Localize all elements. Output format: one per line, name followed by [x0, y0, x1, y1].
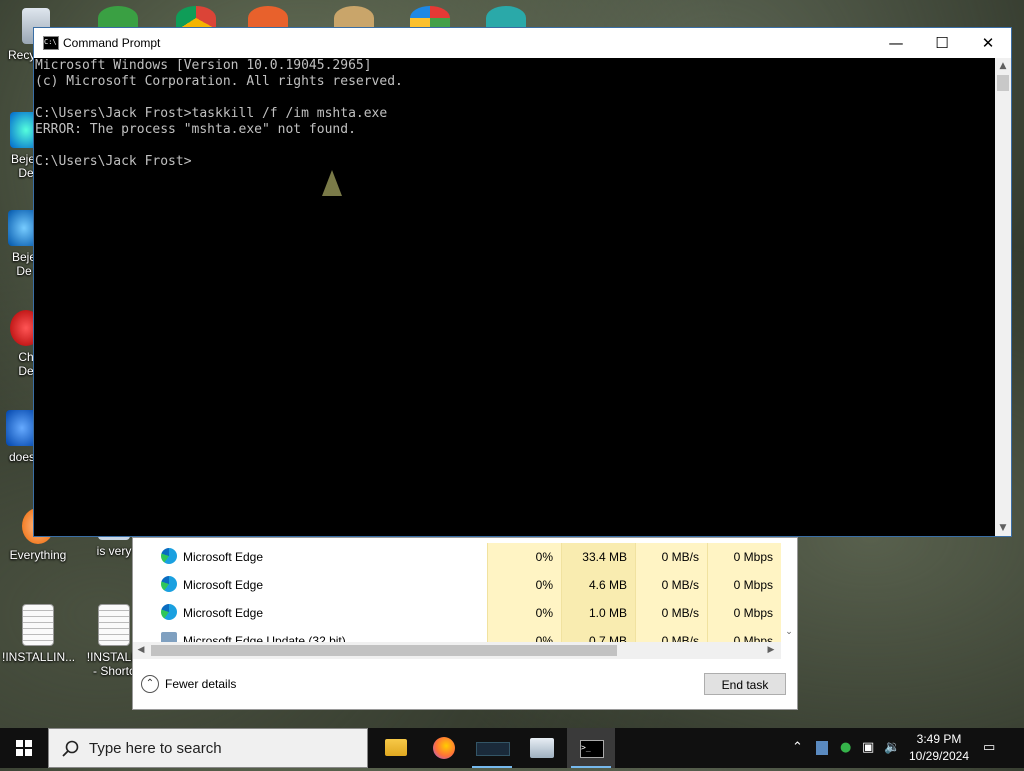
maximize-button[interactable]: ☐ [919, 28, 965, 58]
desktop-icon-label: Everything [9, 548, 67, 562]
process-name: Microsoft Edge [183, 578, 264, 592]
network-cell: 0 Mbps [707, 543, 781, 571]
window-title: Command Prompt [63, 36, 161, 50]
disk-cell: 0 MB/s [635, 599, 707, 627]
table-row[interactable]: Microsoft Edge 0% 4.6 MB 0 MB/s 0 Mbps [133, 571, 783, 599]
network-cell: 0 Mbps [707, 627, 781, 642]
taskbar-app-file-explorer[interactable] [372, 728, 420, 768]
clock-time: 3:49 PM [916, 732, 962, 746]
command-prompt-icon: >_ [580, 740, 604, 758]
clock-date: 10/29/2024 [908, 749, 970, 763]
console-text: Microsoft Windows [Version 10.0.19045.29… [35, 58, 403, 169]
disk-cell: 0 MB/s [635, 571, 707, 599]
minimize-button[interactable]: — [873, 28, 919, 58]
mouse-cursor-icon [322, 170, 342, 196]
vertical-scrollbar[interactable]: ▲ ▼ [995, 58, 1011, 536]
document-icon [22, 604, 54, 646]
edge-icon [161, 548, 177, 564]
desktop-icon-installing[interactable]: !INSTALLIN... [2, 604, 76, 664]
taskbar-app-firefox[interactable] [420, 728, 468, 768]
network-cell: 0 Mbps [707, 599, 781, 627]
cpu-cell: 0% [487, 599, 561, 627]
table-row[interactable]: Microsoft Edge 0% 1.0 MB 0 MB/s 0 Mbps [133, 599, 783, 627]
chevron-up-icon: ⌃ [141, 675, 159, 693]
chevron-up-icon[interactable]: ⌃ [792, 740, 803, 755]
network-cell: 0 Mbps [707, 571, 781, 599]
process-name: Microsoft Edge Update (32 bit) [183, 634, 346, 642]
memory-cell: 4.6 MB [561, 571, 635, 599]
scroll-up-icon[interactable]: ▲ [995, 58, 1011, 74]
disk-cell: 0 MB/s [635, 627, 707, 642]
command-prompt-window[interactable]: C:\ Command Prompt — ☐ ✕ Microsoft Windo… [33, 27, 1012, 537]
file-explorer-icon [385, 739, 407, 756]
scrollbar-thumb[interactable] [997, 75, 1009, 91]
edge-icon [161, 576, 177, 592]
taskbar-app-command-prompt[interactable]: >_ [567, 728, 615, 768]
scroll-down-icon[interactable]: ▼ [995, 520, 1011, 536]
user-icon[interactable]: ● [840, 740, 851, 755]
clock[interactable]: 3:49 PM 10/29/2024 [902, 731, 976, 765]
close-button[interactable]: ✕ [965, 28, 1011, 58]
windows-logo-icon [16, 740, 32, 756]
cpu-cell: 0% [487, 627, 561, 642]
scrollbar-thumb[interactable] [151, 645, 617, 656]
taskbar-app-unknown[interactable] [468, 728, 516, 768]
vertical-scrollbar[interactable]: ⌄ [781, 538, 797, 642]
disk-cell: 0 MB/s [635, 543, 707, 571]
network-icon[interactable]: ▣ [862, 740, 874, 755]
fewer-details-label: Fewer details [165, 677, 237, 691]
desktop-icon-label: !INSTALLIN... [2, 650, 76, 664]
title-bar[interactable]: C:\ Command Prompt — ☐ ✕ [34, 28, 1011, 58]
document-icon [98, 604, 130, 646]
process-name: Microsoft Edge [183, 550, 264, 564]
notification-icon[interactable]: ▭ [983, 740, 995, 755]
console-output[interactable]: Microsoft Windows [Version 10.0.19045.29… [34, 58, 995, 536]
end-task-button[interactable]: End task [704, 673, 786, 695]
search-icon [62, 740, 79, 757]
app-icon [476, 742, 510, 756]
edge-icon [161, 604, 177, 620]
table-row[interactable]: Microsoft Edge 0% 33.4 MB 0 MB/s 0 Mbps [133, 543, 783, 571]
task-manager-window: Microsoft Edge 0% 33.4 MB 0 MB/s 0 Mbps … [132, 537, 798, 710]
horizontal-scrollbar[interactable]: ◀ ▶ [133, 642, 781, 659]
taskbar: Type here to search >_ ⌃ ● ▣ 🔉 3:49 PM 1… [0, 728, 1024, 768]
start-button[interactable] [0, 728, 48, 768]
search-box[interactable]: Type here to search [48, 728, 368, 768]
edge-update-icon [161, 632, 177, 642]
search-placeholder: Type here to search [89, 740, 222, 757]
remote-desktop-icon [530, 738, 554, 758]
taskbar-app-remote[interactable] [518, 728, 566, 768]
fewer-details-link[interactable]: ⌃ Fewer details [141, 675, 236, 693]
tray-app-icon[interactable] [816, 741, 828, 755]
firefox-icon [433, 737, 455, 759]
memory-cell: 1.0 MB [561, 599, 635, 627]
table-row[interactable]: Microsoft Edge Update (32 bit) 0% 0.7 MB… [133, 627, 783, 642]
memory-cell: 33.4 MB [561, 543, 635, 571]
scroll-left-icon[interactable]: ◀ [133, 642, 149, 658]
cpu-cell: 0% [487, 543, 561, 571]
cpu-cell: 0% [487, 571, 561, 599]
scroll-down-icon[interactable]: ⌄ [781, 624, 797, 640]
memory-cell: 0.7 MB [561, 627, 635, 642]
scroll-right-icon[interactable]: ▶ [763, 642, 779, 658]
process-name: Microsoft Edge [183, 606, 264, 620]
command-prompt-icon: C:\ [43, 36, 59, 50]
volume-icon[interactable]: 🔉 [884, 740, 900, 755]
